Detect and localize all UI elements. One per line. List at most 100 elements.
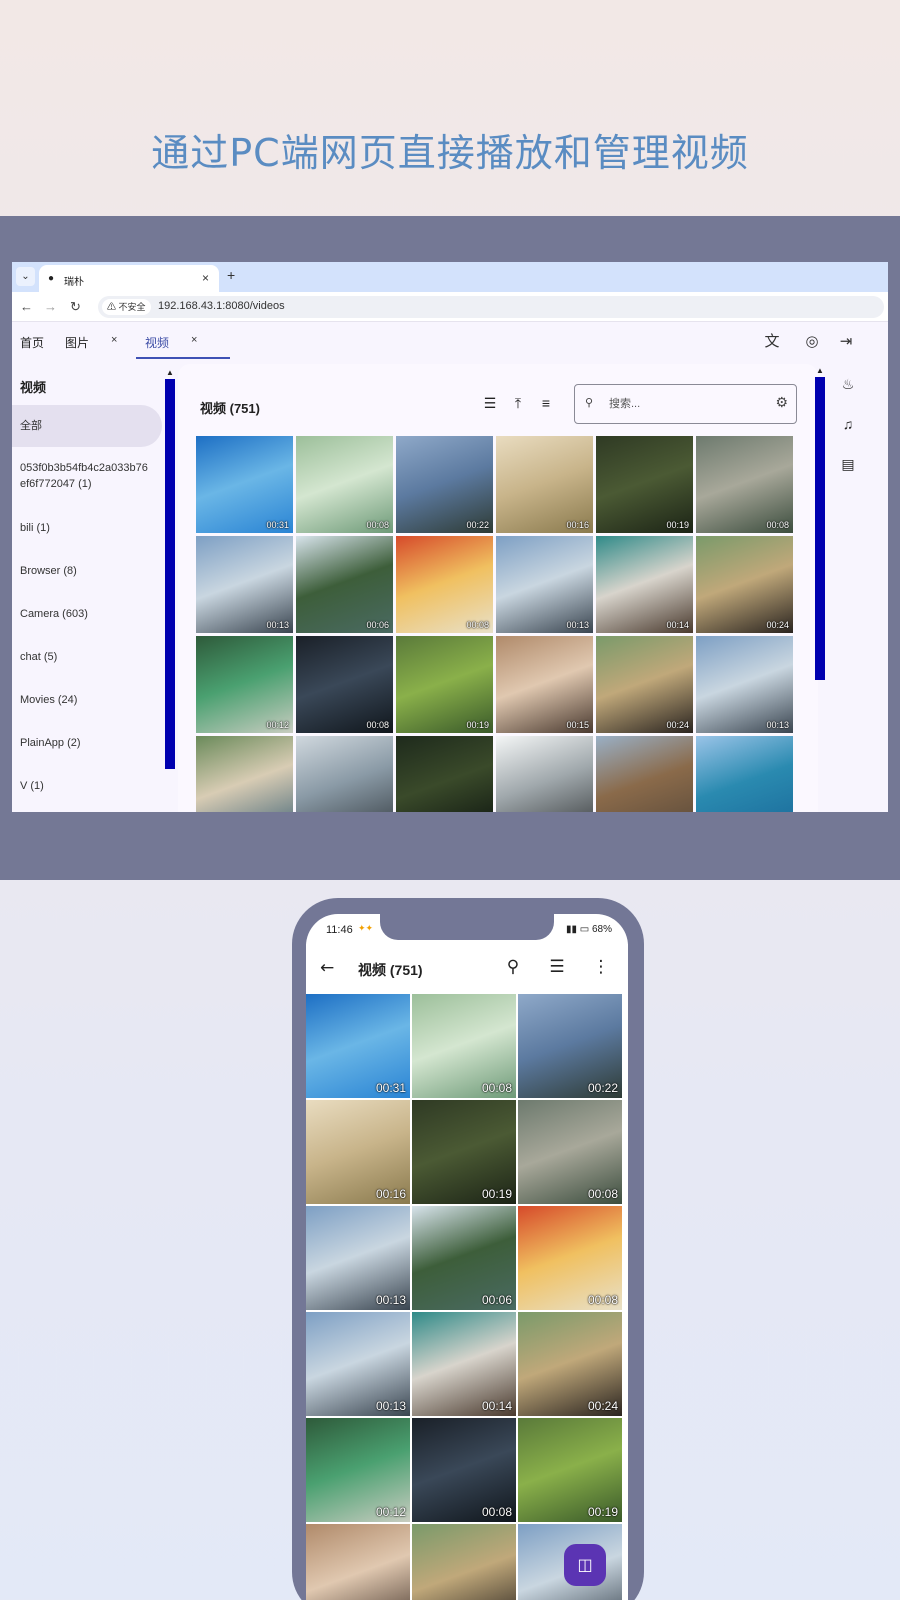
sort-icon[interactable]: ≡ (536, 395, 556, 411)
video-thumbnail[interactable]: 00:08 (518, 1100, 622, 1204)
app-tab-bar: 首页 图片 × 视频 × 文 ◎ ⇥ (12, 322, 888, 362)
tab-images-close-button[interactable]: × (111, 334, 117, 346)
video-thumbnail[interactable]: 00:06 (412, 1206, 516, 1310)
video-thumbnail[interactable]: 00:15 (496, 636, 593, 733)
video-thumbnail[interactable]: 00:08 (296, 436, 393, 533)
video-thumbnail[interactable] (596, 736, 693, 812)
video-duration: 00:19 (587, 1505, 618, 1519)
close-tab-button[interactable]: × (202, 271, 209, 285)
sidebar-item-folder-hash[interactable]: 053f0b3b54fb4c2a033b76ef6f772047 (1) (12, 460, 152, 492)
video-thumbnail[interactable]: 00:13 (696, 636, 793, 733)
video-thumbnail[interactable]: 00:24 (518, 1312, 622, 1416)
video-thumbnail[interactable]: 00:16 (496, 436, 593, 533)
tab-videos-close-button[interactable]: × (191, 334, 197, 346)
browser-tab[interactable]: ● 瑞朴 × (39, 265, 219, 292)
video-thumbnail[interactable]: 00:13 (496, 536, 593, 633)
video-thumbnail[interactable]: 00:08 (518, 1206, 622, 1310)
back-arrow-icon[interactable]: ← (320, 958, 334, 978)
back-arrow-icon[interactable]: ← (20, 299, 33, 314)
video-thumbnail[interactable]: 00:19 (412, 1100, 516, 1204)
video-thumbnail[interactable]: 00:12 (196, 636, 293, 733)
sidebar-item-bili[interactable]: bili (1) (12, 520, 162, 536)
scroll-up-icon[interactable]: ▲ (166, 368, 174, 377)
video-duration: 00:31 (375, 1081, 406, 1095)
video-thumbnail[interactable]: 00:08 (412, 994, 516, 1098)
tab-videos[interactable]: 视频 (145, 334, 169, 351)
video-thumbnail[interactable]: 00:13 (196, 536, 293, 633)
video-duration: 00:13 (375, 1399, 406, 1413)
search-input[interactable] (609, 395, 759, 413)
video-thumbnail[interactable]: 00:31 (306, 994, 410, 1098)
browser-window: ⌄ ● 瑞朴 × + ← → ↻ ⚠ 不安全 192.168.43.1:8080… (12, 262, 888, 812)
reload-icon[interactable]: ↻ (70, 299, 81, 315)
video-thumbnail[interactable]: 00:14 (412, 1312, 516, 1416)
url-text: 192.168.43.1:8080/videos (158, 300, 285, 312)
video-thumbnail[interactable]: 00:13 (306, 1312, 410, 1416)
sidebar-item-v[interactable]: V (1) (12, 778, 162, 794)
video-duration: 00:31 (266, 520, 289, 530)
video-thumbnail[interactable]: 00:13 (306, 1206, 410, 1310)
battery-percent: 68% (591, 924, 612, 935)
tab-search-chevron-icon[interactable]: ⌄ (16, 267, 35, 286)
video-thumbnail[interactable]: 00:24 (696, 536, 793, 633)
upload-icon[interactable]: ⤒ (508, 395, 528, 412)
tab-images[interactable]: 图片 (65, 334, 89, 351)
video-duration: 00:19 (666, 520, 689, 530)
video-thumbnail[interactable]: 00:08 (396, 536, 493, 633)
palette-icon[interactable]: ◎ (802, 332, 822, 352)
video-thumbnail[interactable]: 00:19 (396, 636, 493, 733)
playlist-icon[interactable]: ♫ (838, 416, 858, 432)
browser-tab-title: 瑞朴 (64, 277, 84, 288)
video-thumbnail[interactable]: 00:08 (696, 436, 793, 533)
more-vert-icon[interactable]: ⋮ (590, 957, 612, 977)
video-thumbnail[interactable]: 00:06 (296, 536, 393, 633)
sidebar-item-chat[interactable]: chat (5) (12, 649, 162, 665)
video-thumbnail[interactable]: 00:16 (306, 1100, 410, 1204)
video-duration: 00:08 (366, 520, 389, 530)
video-duration: 00:08 (366, 720, 389, 730)
video-thumbnail[interactable]: 00:22 (518, 994, 622, 1098)
video-thumbnail[interactable] (396, 736, 493, 812)
tab-home[interactable]: 首页 (20, 334, 44, 351)
video-thumbnail[interactable]: 00:08 (412, 1418, 516, 1522)
video-thumbnail[interactable]: 00:19 (518, 1418, 622, 1522)
video-thumbnail[interactable] (496, 736, 593, 812)
bell-icon[interactable]: ♨ (838, 376, 858, 393)
battery-icon: ▭ (579, 924, 590, 935)
video-thumbnail[interactable]: 00:08 (296, 636, 393, 733)
list-view-icon[interactable]: ☰ (480, 395, 500, 412)
sidebar-item-movies[interactable]: Movies (24) (12, 692, 162, 708)
logout-icon[interactable]: ⇥ (836, 332, 856, 352)
search-field[interactable]: ⚲ ⚙ (574, 384, 797, 424)
main-scrollbar[interactable] (815, 377, 825, 680)
insecure-badge[interactable]: ⚠ 不安全 (102, 299, 151, 315)
sidebar-item-browser[interactable]: Browser (8) (12, 563, 162, 579)
translate-icon[interactable]: 文 (762, 332, 782, 352)
cast-icon[interactable]: ◫ (564, 1544, 606, 1586)
sidebar-item-plainapp[interactable]: PlainApp (2) (12, 735, 162, 751)
url-field[interactable]: ⚠ 不安全 192.168.43.1:8080/videos (98, 296, 884, 318)
tune-icon[interactable]: ⚙ (775, 394, 788, 411)
sidebar-item-all[interactable]: 全部 (12, 405, 162, 447)
search-icon[interactable]: ⚲ (502, 957, 524, 977)
video-thumbnail[interactable]: 00:22 (396, 436, 493, 533)
video-thumbnail[interactable]: 00:19 (596, 436, 693, 533)
forward-arrow-icon[interactable]: → (44, 299, 57, 314)
video-thumbnail[interactable] (306, 1524, 410, 1600)
scroll-up-icon[interactable]: ▲ (816, 366, 824, 375)
menu-icon[interactable]: ☰ (546, 957, 568, 977)
video-duration: 00:08 (466, 620, 489, 630)
video-thumbnail[interactable] (196, 736, 293, 812)
video-thumbnail[interactable] (412, 1524, 516, 1600)
video-thumbnail[interactable]: 00:12 (306, 1418, 410, 1522)
headline: 通过PC端网页直接播放和管理视频 (151, 131, 749, 175)
sidebar-item-camera[interactable]: Camera (603) (12, 606, 162, 622)
video-thumbnail[interactable]: 00:31 (196, 436, 293, 533)
video-thumbnail[interactable] (296, 736, 393, 812)
sidebar-scrollbar[interactable] (165, 379, 175, 769)
video-thumbnail[interactable] (696, 736, 793, 812)
video-thumbnail[interactable]: 00:24 (596, 636, 693, 733)
chat-icon[interactable]: ▤ (838, 456, 858, 473)
video-thumbnail[interactable]: 00:14 (596, 536, 693, 633)
new-tab-button[interactable]: + (227, 267, 235, 283)
